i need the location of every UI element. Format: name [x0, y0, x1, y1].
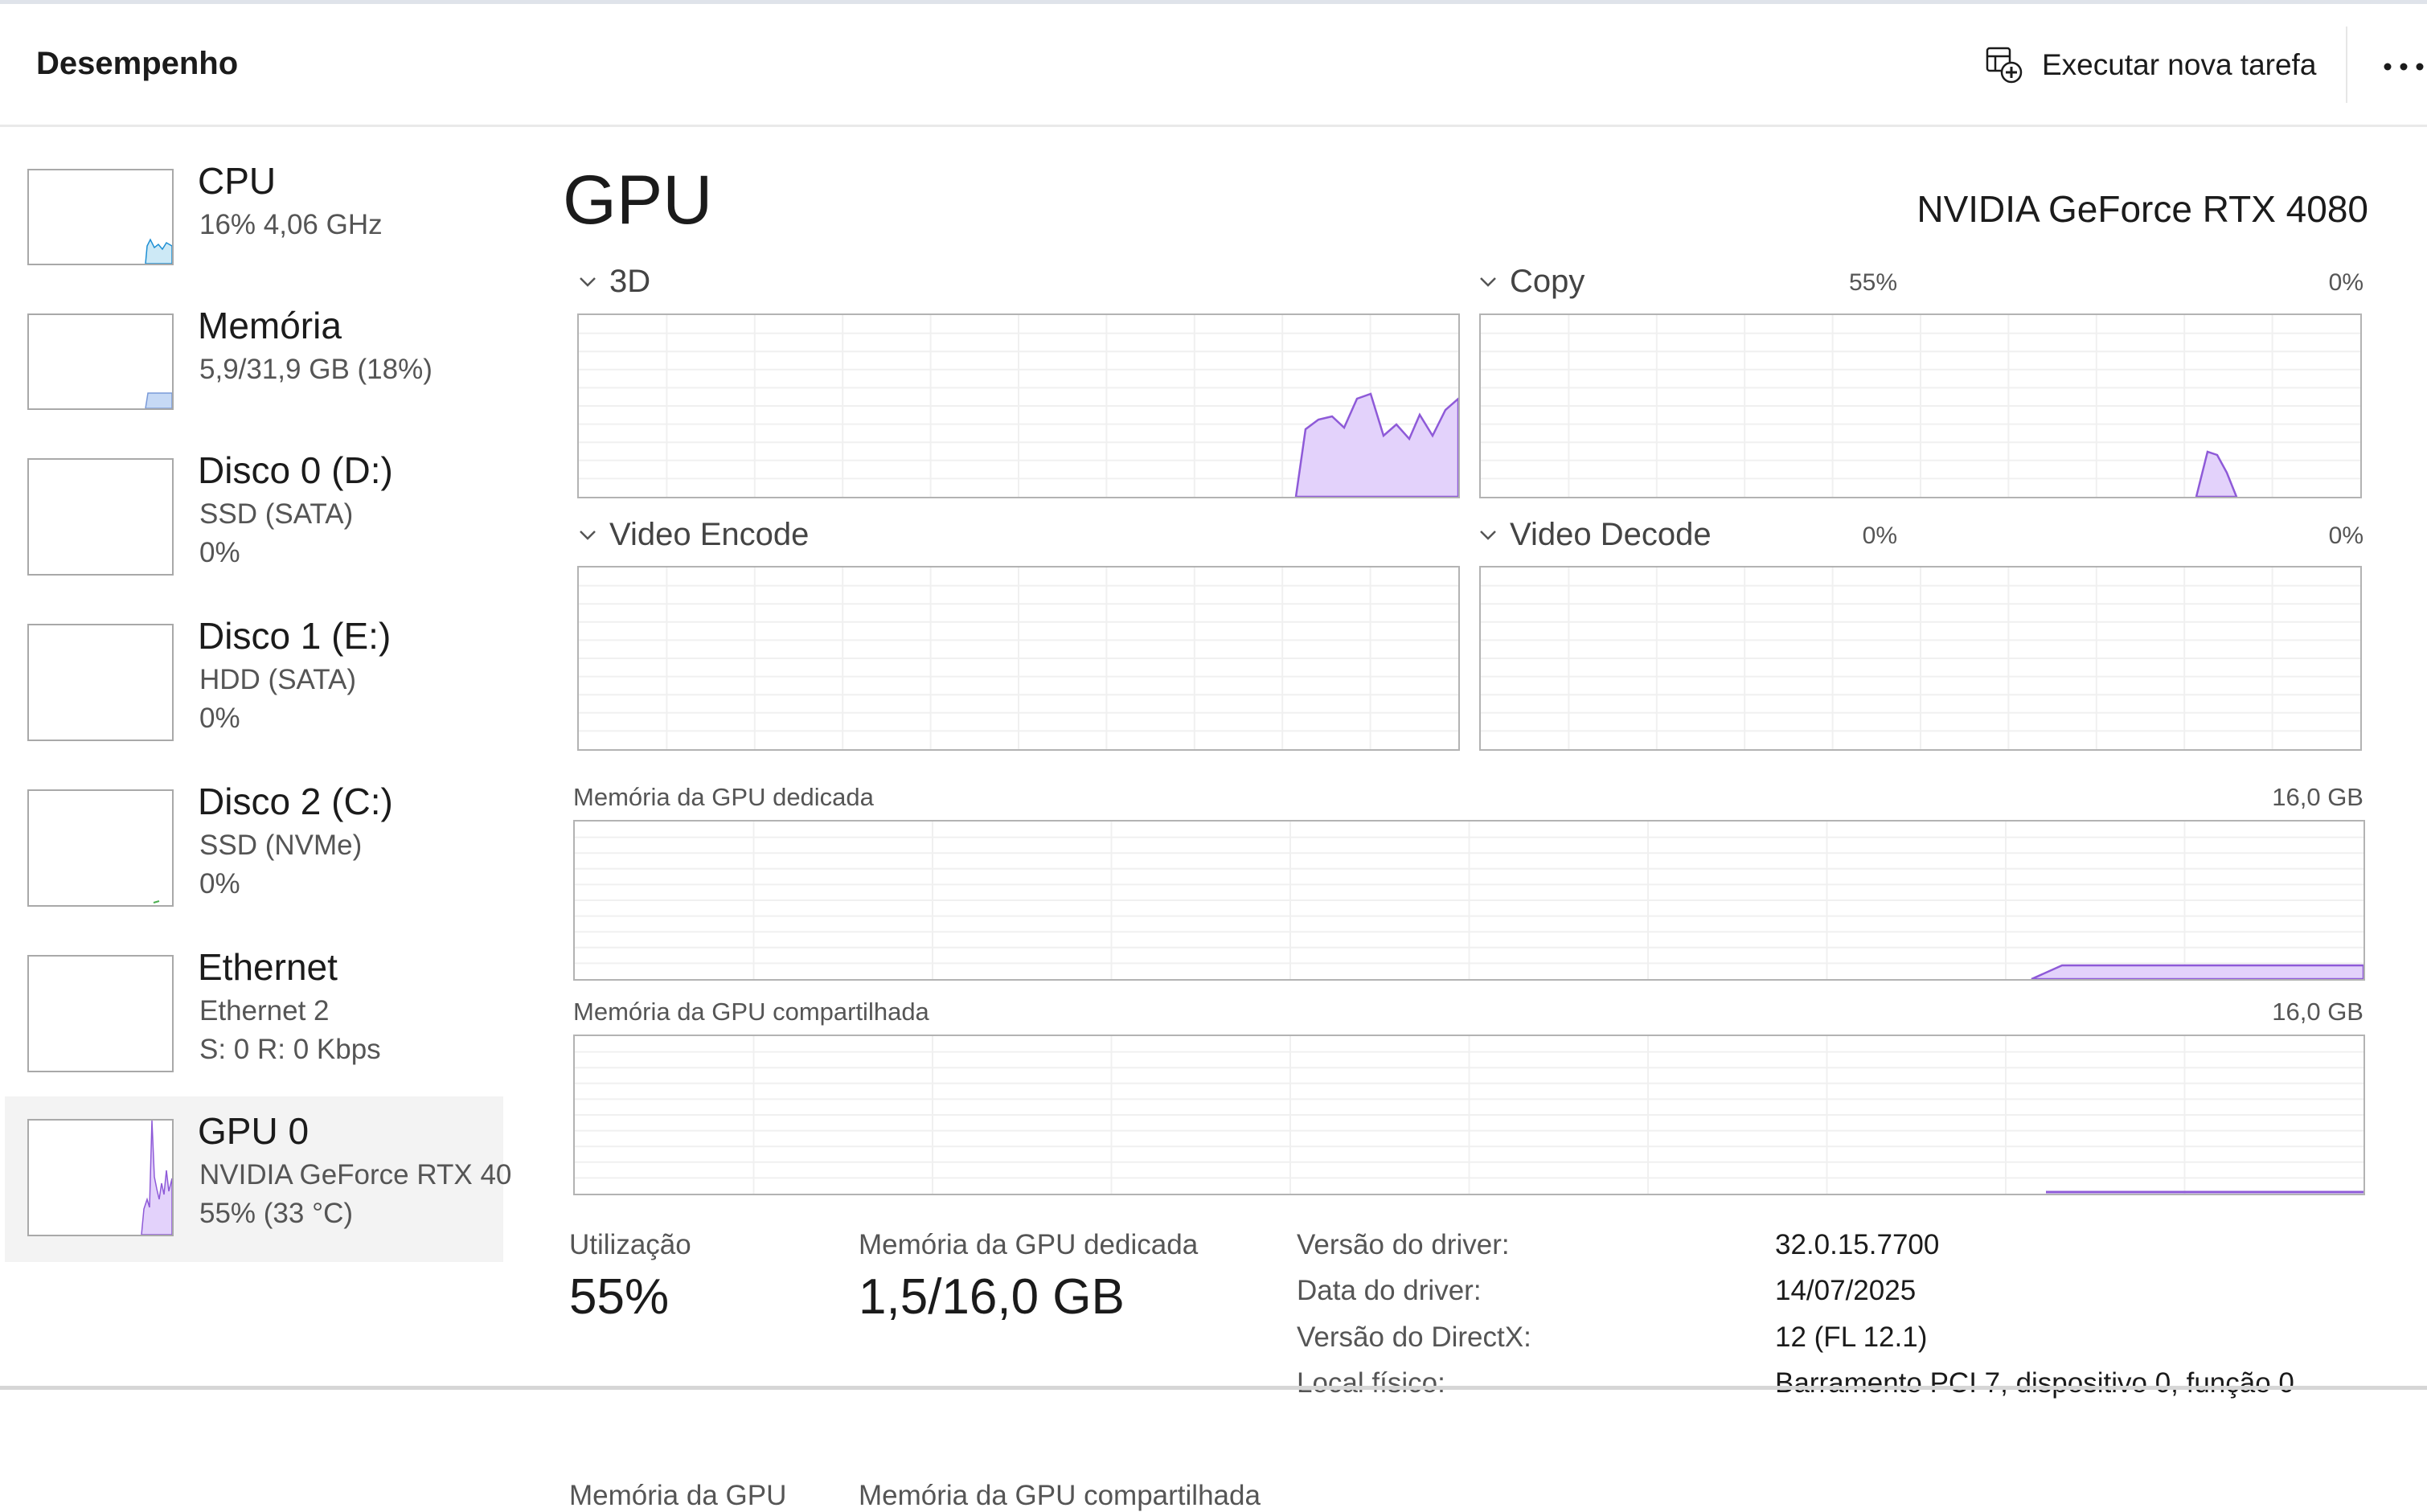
engine-copy-value: 0% — [2328, 269, 2363, 296]
page-title: Desempenho — [36, 46, 239, 81]
graph-shared-memory — [573, 1035, 2365, 1195]
engine-video-encode-value: 0% — [1862, 522, 1897, 549]
cpu-thumbnail-graph — [27, 169, 174, 265]
new-task-icon — [1986, 47, 2023, 84]
memory-thumbnail-graph — [27, 313, 174, 410]
sidebar-item-title: GPU 0 — [198, 1110, 310, 1152]
sidebar-item-cpu[interactable]: CPU 16% 4,06 GHz — [5, 159, 503, 280]
sidebar-item-disk-0[interactable]: Disco 0 (D:) SSD (SATA) 0% — [5, 449, 503, 593]
graph-3d — [577, 313, 1460, 498]
engine-name: 3D — [609, 264, 651, 299]
chevron-down-icon — [1480, 530, 1496, 540]
sidebar-item-disk-1[interactable]: Disco 1 (E:) HDD (SATA) 0% — [5, 614, 503, 759]
sidebar-item-ethernet[interactable]: Ethernet Ethernet 2 S: 0 R: 0 Kbps — [5, 945, 503, 1090]
sidebar-item-type: SSD (NVMe) — [199, 830, 363, 861]
shared-memory-graph-label: Memória da GPU compartilhada — [573, 998, 929, 1026]
graph-video-encode — [577, 566, 1460, 751]
engine-name: Video Decode — [1510, 517, 1712, 552]
sidebar-item-detail: 16% 4,06 GHz — [199, 209, 383, 240]
sidebar-item-memory[interactable]: Memória 5,9/31,9 GB (18%) — [5, 304, 503, 424]
shared-memory-label: Memória da GPU compartilhada — [859, 1480, 1261, 1511]
more-options-icon — [2384, 63, 2424, 71]
chevron-down-icon — [580, 277, 596, 287]
ethernet-thumbnail-graph — [27, 955, 174, 1072]
gpu-model-name: NVIDIA GeForce RTX 4080 — [1917, 188, 2368, 230]
sidebar-item-usage: 0% — [199, 537, 240, 568]
utilization-value: 55% — [569, 1269, 670, 1325]
disk-2-thumbnail-graph — [27, 789, 174, 907]
sidebar-item-gpu-0[interactable]: GPU 0 NVIDIA GeForce RTX 40 55% (33 °C) — [5, 1096, 511, 1262]
gpu-thumbnail-graph — [27, 1119, 174, 1236]
graph-video-decode-canvas — [1481, 568, 2360, 749]
driver-version-value: 32.0.15.7700 — [1775, 1229, 1940, 1260]
sidebar-item-usage: 55% (33 °C) — [199, 1198, 354, 1229]
engine-selector-video-encode[interactable]: Video Encode — [579, 517, 809, 553]
dedicated-memory-graph-max: 16,0 GB — [2272, 783, 2363, 811]
graph-copy-canvas — [1481, 315, 2360, 497]
header-divider — [2346, 27, 2347, 103]
disk-0-thumbnail-graph — [27, 458, 174, 576]
shared-memory-graph-max: 16,0 GB — [2272, 998, 2363, 1026]
sidebar-item-detail: 5,9/31,9 GB (18%) — [199, 354, 433, 385]
sidebar-item-adapter: Ethernet 2 — [199, 995, 330, 1026]
gpu-title: GPU — [563, 162, 713, 239]
graph-dedicated-memory-canvas — [575, 822, 2363, 979]
graph-copy — [1479, 313, 2362, 498]
chevron-down-icon — [580, 530, 596, 540]
graph-video-encode-canvas — [579, 568, 1458, 749]
engine-3d-value: 55% — [1848, 269, 1897, 296]
directx-version-label: Versão do DirectX: — [1297, 1321, 1531, 1353]
sidebar-item-usage: 0% — [199, 703, 240, 734]
graph-shared-memory-canvas — [575, 1036, 2363, 1194]
sidebar-item-title: Disco 2 (C:) — [198, 781, 393, 822]
run-new-task-button[interactable]: Executar nova tarefa — [1984, 41, 2316, 89]
sidebar-item-model: NVIDIA GeForce RTX 40 — [199, 1159, 512, 1190]
engine-selector-video-decode[interactable]: Video Decode — [1479, 517, 1712, 553]
run-new-task-label: Executar nova tarefa — [2042, 48, 2317, 81]
sidebar-item-type: HDD (SATA) — [199, 664, 357, 695]
graph-dedicated-memory — [573, 820, 2365, 981]
sidebar-item-title: Disco 0 (D:) — [198, 449, 393, 491]
engine-selector-copy[interactable]: Copy — [1479, 264, 1585, 300]
sidebar-item-disk-2[interactable]: Disco 2 (C:) SSD (NVMe) 0% — [5, 780, 503, 924]
engine-name: Video Encode — [609, 517, 810, 552]
sidebar-item-usage: 0% — [199, 868, 240, 899]
driver-date-value: 14/07/2025 — [1775, 1275, 1917, 1306]
chevron-down-icon — [1480, 277, 1496, 287]
driver-version-label: Versão do driver: — [1297, 1229, 1510, 1260]
utilization-label: Utilização — [569, 1229, 691, 1260]
sidebar-item-title: Disco 1 (E:) — [198, 615, 392, 657]
directx-version-value: 12 (FL 12.1) — [1775, 1321, 1928, 1353]
sidebar-item-title: Ethernet — [198, 946, 338, 988]
graph-3d-canvas — [579, 315, 1458, 497]
more-options-button[interactable] — [2380, 43, 2427, 91]
dedicated-memory-graph-label: Memória da GPU dedicada — [573, 783, 874, 811]
dedicated-memory-value: 1,5/16,0 GB — [859, 1269, 1125, 1325]
physical-location-value: Barramento PCI 7, dispositivo 0, função … — [1775, 1367, 2294, 1399]
disk-1-thumbnail-graph — [27, 624, 174, 741]
driver-date-label: Data do driver: — [1297, 1275, 1482, 1306]
performance-sidebar: CPU 16% 4,06 GHz Memória 5,9/31,9 GB (18… — [0, 127, 515, 1390]
engine-video-decode-value: 0% — [2328, 522, 2363, 549]
window-bottom-border — [0, 1386, 2427, 1390]
sidebar-item-throughput: S: 0 R: 0 Kbps — [199, 1034, 381, 1065]
gpu-memory-label: Memória da GPU — [569, 1480, 787, 1511]
engine-name: Copy — [1510, 264, 1585, 299]
gpu-detail-panel: GPU NVIDIA GeForce RTX 4080 3D 55% Copy … — [547, 127, 2427, 1511]
engine-selector-3d[interactable]: 3D — [579, 264, 650, 300]
dedicated-memory-label: Memória da GPU dedicada — [859, 1229, 1199, 1260]
sidebar-item-type: SSD (SATA) — [199, 498, 354, 530]
physical-location-label: Local físico: — [1297, 1367, 1445, 1399]
header-bar: Desempenho Executar nova tarefa — [0, 4, 2427, 127]
sidebar-item-title: Memória — [198, 305, 342, 346]
sidebar-item-title: CPU — [198, 160, 277, 202]
graph-video-decode — [1479, 566, 2362, 751]
